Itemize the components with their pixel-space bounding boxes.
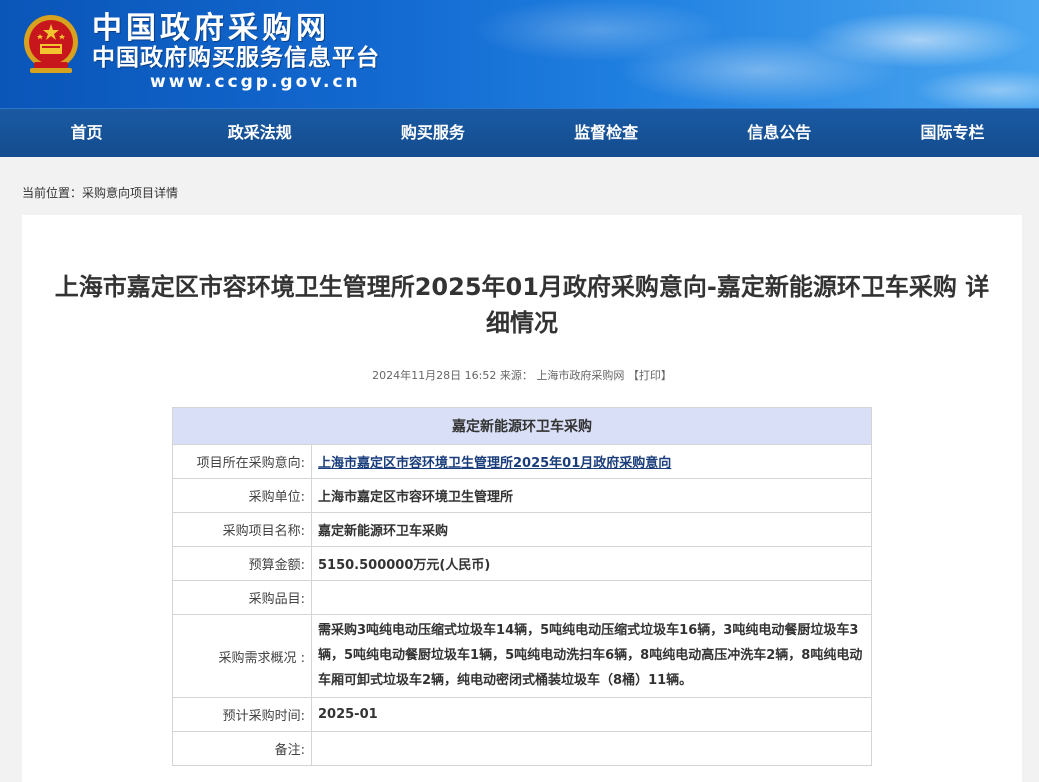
site-url: www.ccgp.gov.cn (150, 72, 361, 92)
site-header: 中国政府采购网 中国政府购买服务信息平台 www.ccgp.gov.cn (0, 0, 1039, 108)
article-panel: 上海市嘉定区市容环境卫生管理所2025年01月政府采购意向-嘉定新能源环卫车采购… (22, 215, 1022, 782)
site-title[interactable]: 中国政府采购网 (92, 12, 330, 46)
page-title: 上海市嘉定区市容环境卫生管理所2025年01月政府采购意向-嘉定新能源环卫车采购… (54, 273, 990, 337)
breadcrumb-label: 当前位置： (22, 186, 83, 200)
row-label: 采购项目名称: (172, 512, 312, 547)
table-row: 采购需求概况 : 需采购3吨纯电动压缩式垃圾车14辆，5吨纯电动压缩式垃圾车16… (172, 614, 872, 698)
site-subtitle: 中国政府购买服务信息平台 (92, 45, 380, 71)
table-heading: 嘉定新能源环卫车采购 (172, 407, 872, 445)
row-value (311, 731, 872, 766)
table-row: 采购项目名称: 嘉定新能源环卫车采购 (172, 512, 872, 547)
row-value: 5150.500000万元(人民币) (311, 546, 872, 581)
row-label: 采购需求概况 : (172, 614, 312, 698)
table-row: 备注: (172, 731, 872, 766)
nav-item-home[interactable]: 首页 (0, 109, 173, 157)
nav-item-purchase-services[interactable]: 购买服务 (346, 109, 519, 157)
row-label: 项目所在采购意向: (172, 444, 312, 479)
row-label: 采购单位: (172, 478, 312, 513)
row-value: 上海市嘉定区市容环境卫生管理所 (311, 478, 872, 513)
print-link[interactable]: 【打印】 (628, 369, 672, 382)
breadcrumb-current: 采购意向项目详情 (82, 186, 179, 200)
row-label: 备注: (172, 731, 312, 766)
row-value (311, 580, 872, 615)
article-meta: 2024年11月28日 16:52 来源： 上海市政府采购网 【打印】 (22, 367, 1022, 383)
nav-item-international[interactable]: 国际专栏 (866, 109, 1039, 157)
national-emblem-icon[interactable] (20, 12, 82, 78)
table-row: 项目所在采购意向: 上海市嘉定区市容环境卫生管理所2025年01月政府采购意向 (172, 444, 872, 479)
header-cloud-background (399, 0, 1039, 108)
nav-item-supervision[interactable]: 监督检查 (520, 109, 693, 157)
source-label: 来源： (499, 369, 533, 382)
table-row: 采购单位: 上海市嘉定区市容环境卫生管理所 (172, 478, 872, 513)
row-value: 嘉定新能源环卫车采购 (311, 512, 872, 547)
table-row: 采购品目: (172, 580, 872, 615)
detail-table: 嘉定新能源环卫车采购 项目所在采购意向: 上海市嘉定区市容环境卫生管理所2025… (172, 407, 872, 766)
nav-item-announcements[interactable]: 信息公告 (693, 109, 866, 157)
main-nav: 首页 政采法规 购买服务 监督检查 信息公告 国际专栏 (0, 108, 1039, 157)
row-value: 上海市嘉定区市容环境卫生管理所2025年01月政府采购意向 (311, 444, 872, 479)
source-name: 上海市政府采购网 (536, 369, 625, 382)
table-row: 预算金额: 5150.500000万元(人民币) (172, 546, 872, 581)
nav-item-regulations[interactable]: 政采法规 (173, 109, 346, 157)
row-value: 2025-01 (311, 697, 872, 732)
row-value: 需采购3吨纯电动压缩式垃圾车14辆，5吨纯电动压缩式垃圾车16辆，3吨纯电动餐厨… (311, 614, 872, 698)
breadcrumb: 当前位置：采购意向项目详情 (0, 157, 1039, 215)
row-label: 预算金额: (172, 546, 312, 581)
row-label: 采购品目: (172, 580, 312, 615)
table-row: 预计采购时间: 2025-01 (172, 697, 872, 732)
row-label: 预计采购时间: (172, 697, 312, 732)
publish-date: 2024年11月28日 16:52 (372, 369, 497, 382)
intention-link[interactable]: 上海市嘉定区市容环境卫生管理所2025年01月政府采购意向 (318, 456, 671, 471)
